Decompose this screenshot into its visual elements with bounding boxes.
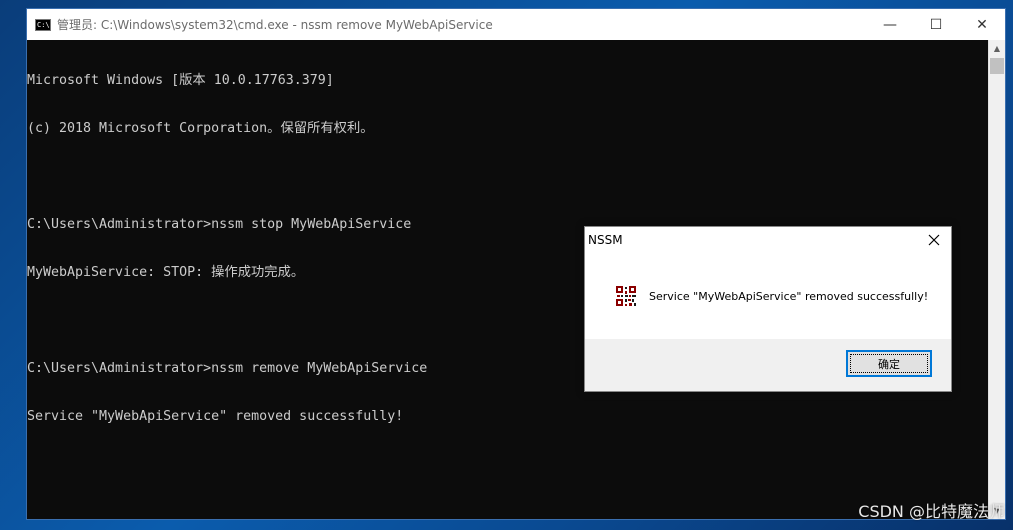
maximize-icon: ☐: [929, 16, 943, 33]
scroll-up-arrow-icon[interactable]: ▲: [989, 40, 1005, 57]
scroll-thumb[interactable]: [990, 58, 1004, 74]
dialog-body: Service "MyWebApiService" removed succes…: [585, 253, 951, 339]
close-button[interactable]: ✕: [959, 9, 1005, 40]
window-controls: — ☐ ✕: [867, 9, 1005, 40]
watermark: CSDN @比特魔法师: [858, 502, 1005, 521]
dialog-titlebar[interactable]: NSSM: [585, 227, 951, 253]
dialog-close-button[interactable]: [923, 230, 945, 250]
dialog-message: Service "MyWebApiService" removed succes…: [649, 290, 929, 303]
console-line: Service "MyWebApiService" removed succes…: [27, 409, 404, 424]
vertical-scrollbar[interactable]: ▲ ▼: [988, 40, 1005, 519]
close-icon: ✕: [976, 16, 988, 33]
ok-button[interactable]: 确定: [846, 350, 932, 377]
close-icon: [928, 234, 940, 246]
minimize-button[interactable]: —: [867, 9, 913, 40]
console-line: Microsoft Windows [版本 10.0.17763.379]: [27, 73, 334, 88]
cmd-icon: C:\: [35, 18, 51, 31]
nssm-dialog: NSSM Service "MyWebApiService" removed s…: [584, 226, 952, 392]
cmd-titlebar[interactable]: C:\ 管理员: C:\Windows\system32\cmd.exe - n…: [27, 9, 1005, 40]
minimize-icon: —: [883, 16, 897, 33]
window-title: 管理员: C:\Windows\system32\cmd.exe - nssm …: [57, 18, 493, 32]
dialog-footer: 确定: [585, 339, 951, 391]
nssm-app-icon: [615, 285, 637, 307]
dialog-title: NSSM: [588, 233, 623, 247]
console-line: (c) 2018 Microsoft Corporation。保留所有权利。: [27, 121, 374, 136]
maximize-button[interactable]: ☐: [913, 9, 959, 40]
